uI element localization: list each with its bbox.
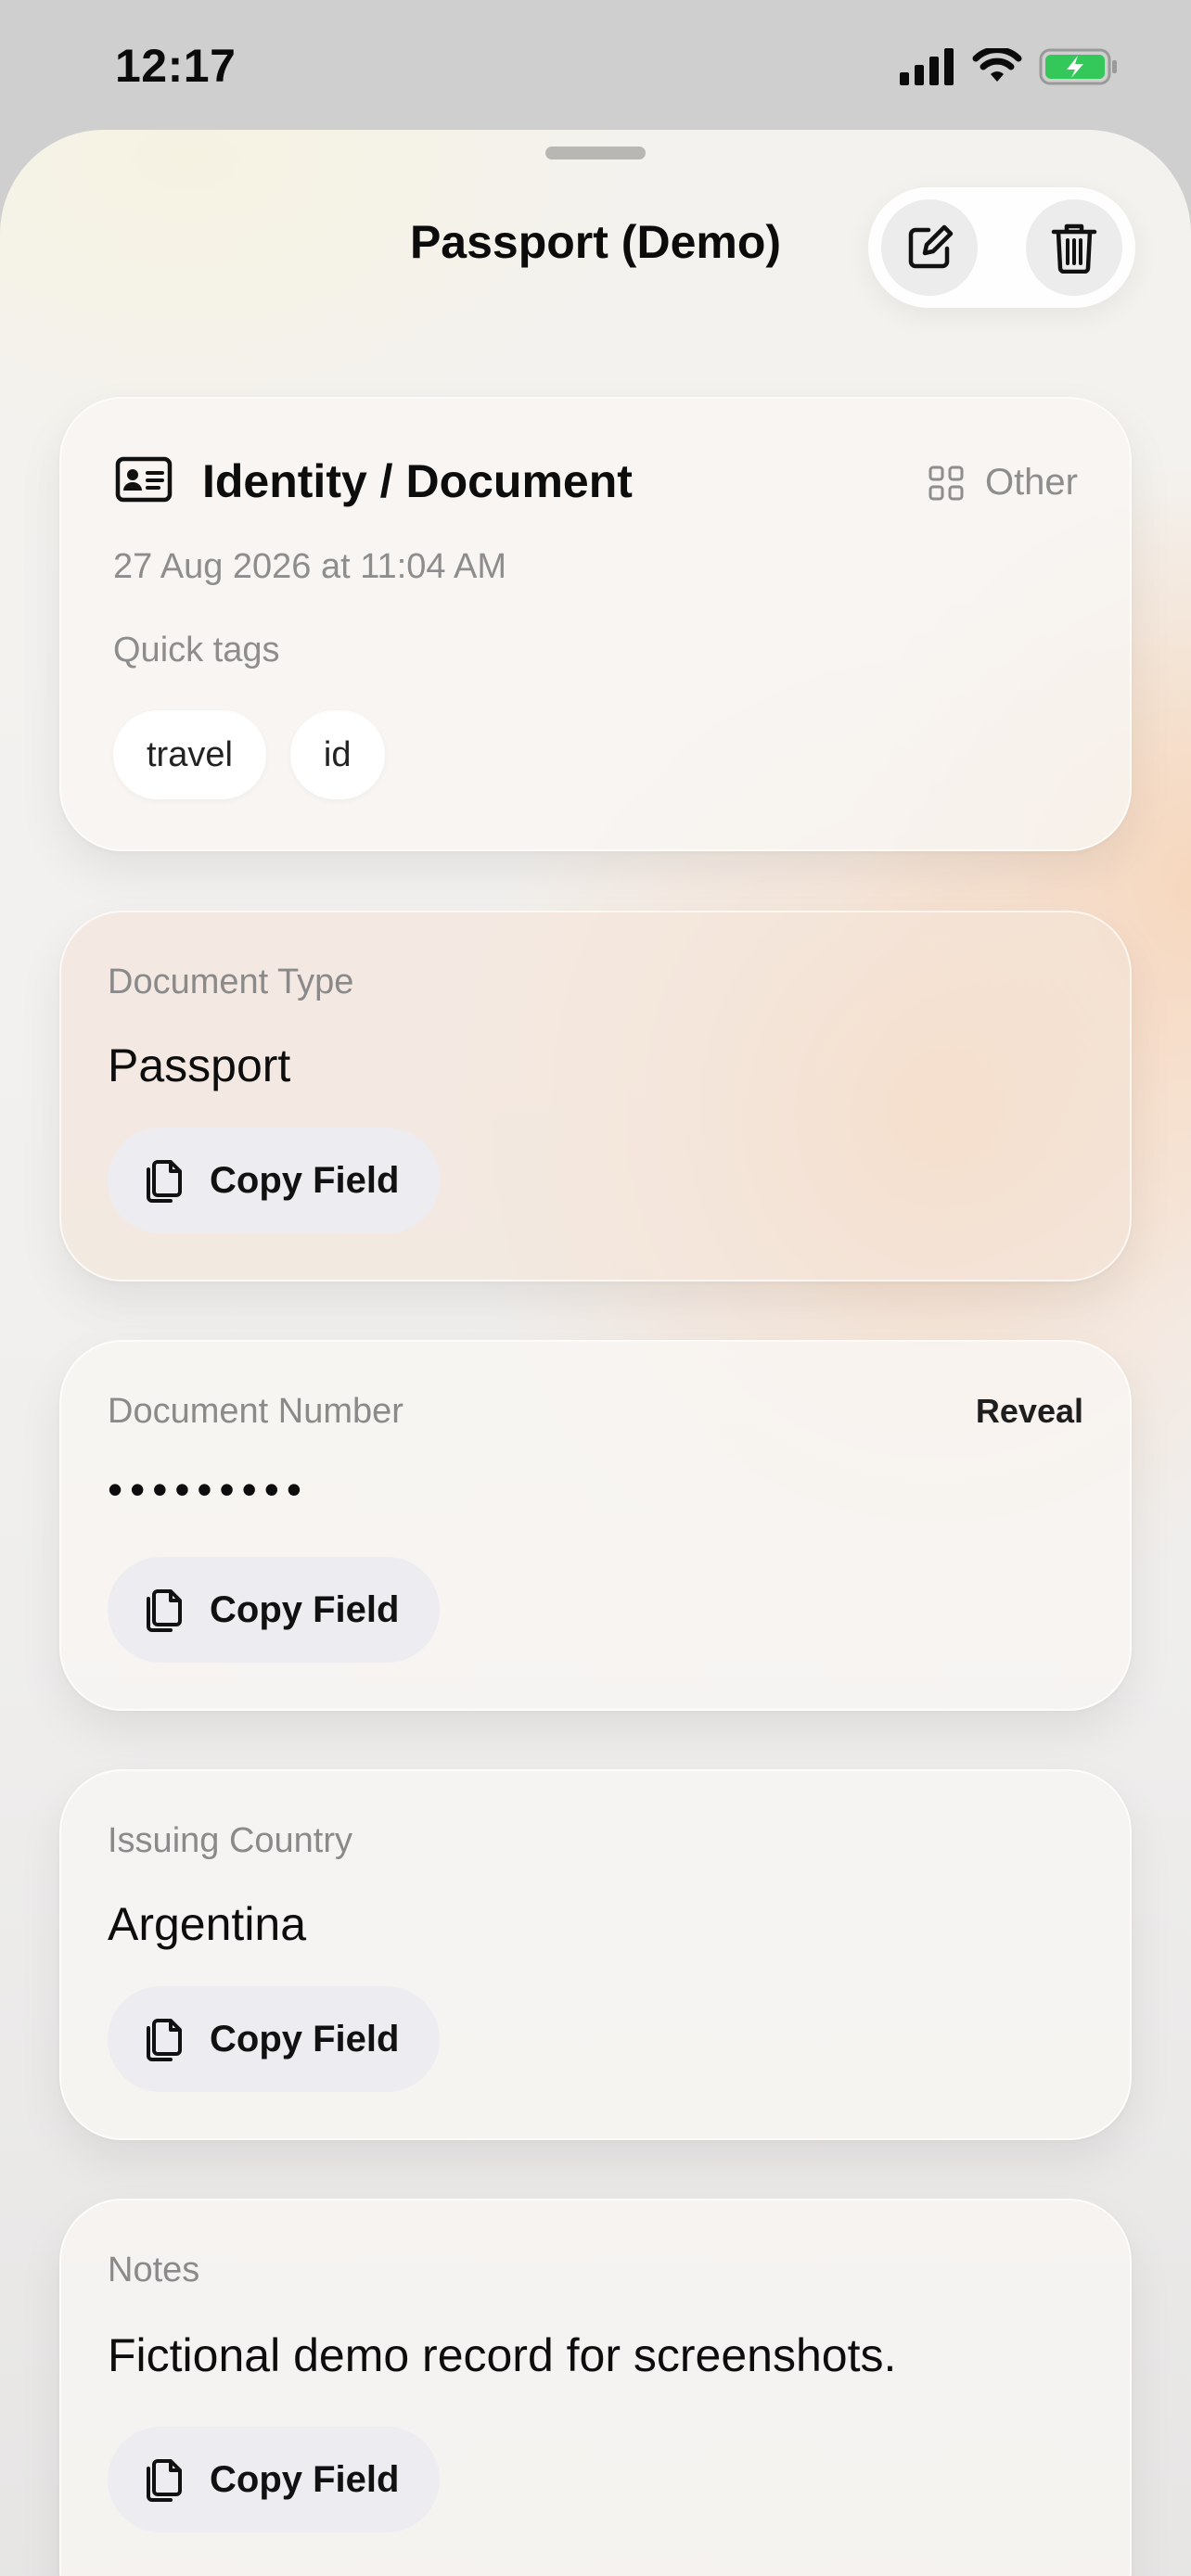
- edit-button[interactable]: [881, 199, 978, 296]
- document-summary-card: Identity / Document Other 27 Aug 2026 at…: [59, 397, 1132, 851]
- copy-field-label: Copy Field: [210, 2458, 400, 2500]
- status-icons: [900, 46, 1119, 87]
- header-action-group: [868, 187, 1135, 308]
- copy-field-label: Copy Field: [210, 1588, 400, 1630]
- id-card-icon: [115, 456, 173, 503]
- document-kind-title: Identity / Document: [202, 455, 633, 507]
- field-value: Argentina: [108, 1898, 307, 1950]
- sheet-title: Passport (Demo): [409, 216, 782, 268]
- battery-charging-icon: [1039, 48, 1117, 85]
- grid-icon: [928, 465, 964, 500]
- delete-button[interactable]: [1026, 199, 1122, 296]
- copy-field-button[interactable]: Copy Field: [108, 1986, 441, 2092]
- category-label: Other: [984, 462, 1078, 503]
- tag-list: travel id: [113, 710, 385, 799]
- detail-sheet: Passport (Demo) Identity / Document Othe…: [0, 130, 1191, 2576]
- created-date: 27 Aug 2026 at 11:04 AM: [113, 547, 506, 586]
- tag-chip[interactable]: travel: [113, 710, 266, 799]
- field-card-document-type: Document Type Passport Copy Field: [59, 911, 1132, 1282]
- field-card-issuing-country: Issuing Country Argentina Copy Field: [59, 1769, 1132, 2140]
- field-value: Passport: [108, 1039, 291, 1091]
- field-label: Document Type: [108, 963, 354, 1001]
- status-time: 12:17: [115, 40, 237, 92]
- notes-value: Fictional demo record for screenshots.: [108, 2329, 897, 2381]
- field-card-notes: Notes Fictional demo record for screensh…: [59, 2199, 1132, 2576]
- copy-document-icon: [147, 1160, 182, 1203]
- field-label: Issuing Country: [108, 1821, 353, 1860]
- copy-document-icon: [147, 2019, 182, 2061]
- copy-document-icon: [147, 2459, 182, 2502]
- copy-field-button[interactable]: Copy Field: [108, 1557, 441, 1663]
- reveal-button[interactable]: Reveal: [976, 1392, 1083, 1431]
- trash-icon: [1051, 223, 1097, 274]
- wifi-icon: [972, 48, 1022, 82]
- status-bar: 12:17: [0, 0, 1191, 130]
- field-label: Notes: [108, 2251, 200, 2289]
- tag-chip[interactable]: id: [289, 710, 385, 799]
- field-label: Document Number: [108, 1392, 403, 1431]
- sheet-grabber[interactable]: [545, 147, 646, 159]
- masked-field-value: •••••••••: [108, 1465, 309, 1513]
- copy-field-label: Copy Field: [210, 1159, 400, 1201]
- copy-document-icon: [147, 1589, 182, 1632]
- category-indicator: Other: [928, 462, 1078, 504]
- copy-field-label: Copy Field: [210, 2018, 400, 2060]
- field-card-document-number: Document Number Reveal ••••••••• Copy Fi…: [59, 1340, 1132, 1711]
- copy-field-button[interactable]: Copy Field: [108, 1128, 441, 1233]
- cellular-signal-icon: [900, 48, 954, 85]
- edit-icon: [908, 224, 954, 269]
- copy-field-button[interactable]: Copy Field: [108, 2427, 441, 2532]
- quick-tags-label: Quick tags: [113, 631, 280, 670]
